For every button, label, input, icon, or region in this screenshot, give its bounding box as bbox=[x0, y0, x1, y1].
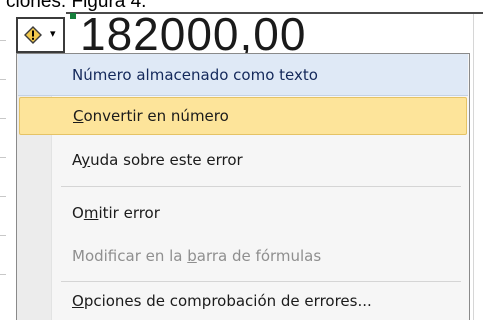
menu-item-convert-to-number[interactable]: Convertir en número bbox=[19, 97, 467, 135]
menu-item-error-checking-options[interactable]: Opciones de comprobación de errores... bbox=[19, 282, 467, 320]
menu-separator bbox=[61, 186, 461, 187]
menu-header: Número almacenado como texto bbox=[18, 54, 468, 96]
dropdown-arrow-icon: ▾ bbox=[50, 26, 56, 40]
error-options-menu: Número almacenado como texto Convertir e… bbox=[16, 53, 470, 320]
menu-header-label: Número almacenado como texto bbox=[72, 65, 318, 84]
row-header-ticks bbox=[0, 12, 8, 320]
cell-value[interactable]: 182000,00 bbox=[80, 11, 306, 57]
screenshot-stage: ciones. Figura 4. 182000,00 ▾ Número alm… bbox=[0, 0, 483, 320]
grid-line bbox=[473, 12, 474, 320]
warning-diamond-icon bbox=[24, 26, 42, 44]
error-smart-tag-button[interactable]: ▾ bbox=[16, 17, 65, 53]
menu-item-label: Modificar en la barra de fórmulas bbox=[72, 247, 322, 265]
menu-item-edit-in-formula-bar: Modificar en la barra de fórmulas bbox=[19, 237, 467, 275]
menu-item-label: Ayuda sobre este error bbox=[72, 151, 243, 169]
menu-item-help-on-error[interactable]: Ayuda sobre este error bbox=[19, 141, 467, 179]
error-indicator-triangle bbox=[70, 13, 76, 19]
menu-item-ignore-error[interactable]: Omitir error bbox=[19, 194, 467, 232]
menu-item-label: Convertir en número bbox=[73, 107, 229, 125]
menu-item-label: Omitir error bbox=[72, 204, 160, 222]
menu-item-label: Opciones de comprobación de errores... bbox=[72, 292, 372, 310]
